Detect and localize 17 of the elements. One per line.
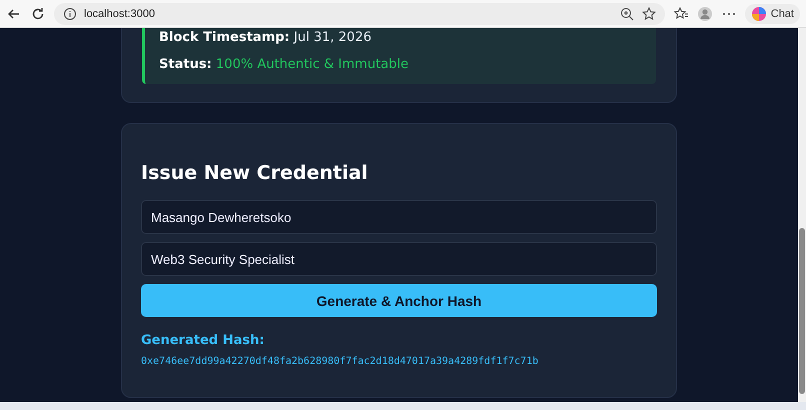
result-line: Block Timestamp: Jul 31, 2026 [159,29,372,45]
input-field[interactable]: Web3 Security Specialist [141,242,657,276]
star-icon[interactable] [640,6,657,22]
result-line: Status: 100% Authentic & Immutable [159,56,410,72]
info-icon[interactable] [62,6,78,22]
input-field[interactable]: Masango Dewheretsoko [141,200,657,234]
refresh-icon[interactable] [30,6,46,22]
zoom-icon[interactable] [618,6,635,22]
favorites-icon[interactable] [672,6,689,22]
result-label: Generated Hash: [141,333,266,348]
form-title: Issue New Credential [141,162,369,184]
address-bar[interactable]: localhost:3000 [54,2,665,24]
generate-hash-button[interactable]: Generate & Anchor Hash [141,284,657,317]
hash-text: 0xe746ee7dd99a42270df48fa2b628980f7fac2d18d47017a39a4289fdf1f7c71b [141,356,540,367]
chat-button[interactable]: Chat [744,4,800,24]
scrollbar[interactable] [798,28,806,402]
avatar-icon[interactable] [696,6,713,22]
